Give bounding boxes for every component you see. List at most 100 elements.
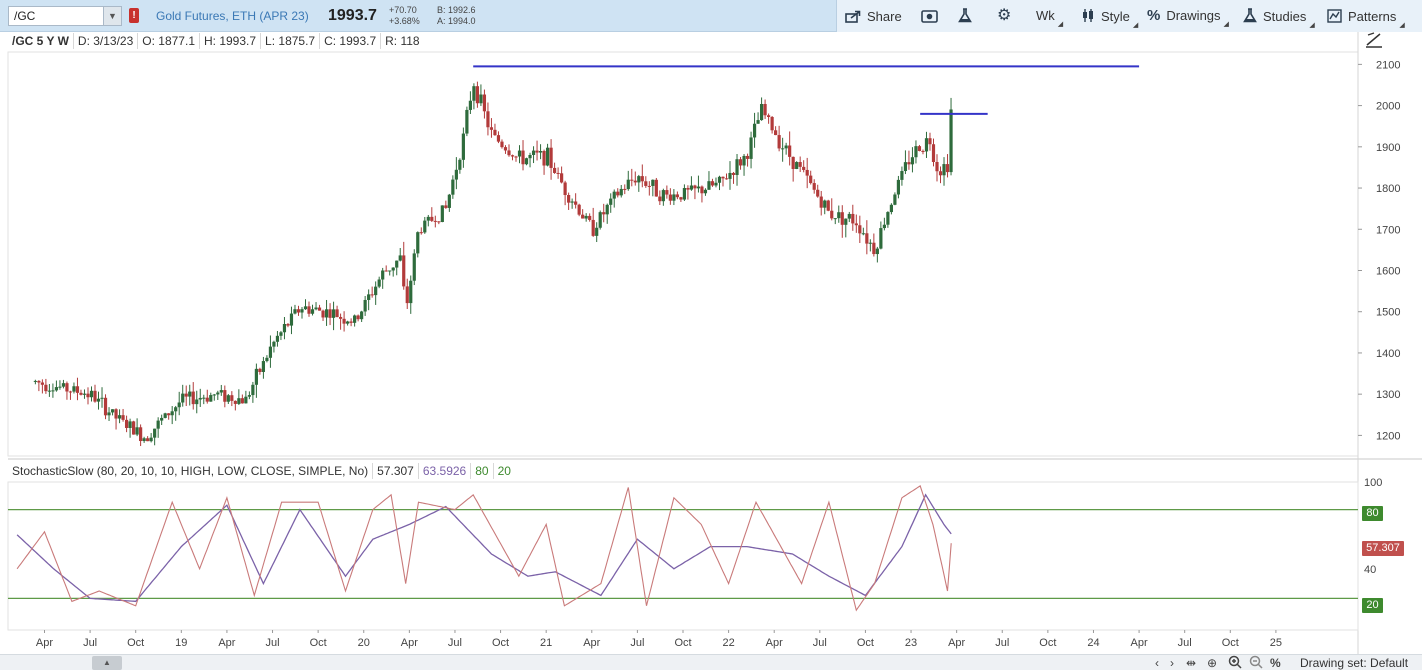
candle-body bbox=[195, 399, 199, 405]
candle-body bbox=[640, 176, 644, 182]
candle-body bbox=[321, 310, 325, 318]
time-tick-label: 23 bbox=[905, 637, 917, 649]
candle-body bbox=[788, 145, 792, 157]
candle-body bbox=[261, 361, 266, 372]
candle-body bbox=[128, 421, 132, 428]
candle-body bbox=[303, 306, 308, 310]
candle-body bbox=[68, 391, 73, 393]
candle-body bbox=[830, 210, 834, 219]
time-tick-label: 21 bbox=[540, 637, 552, 649]
candle-body bbox=[616, 191, 620, 196]
zoom-in-icon[interactable] bbox=[1228, 655, 1242, 670]
candle-body bbox=[675, 194, 679, 198]
candle-body bbox=[405, 286, 409, 304]
stochastic-pane[interactable] bbox=[7, 481, 1359, 631]
candle-body bbox=[146, 438, 150, 442]
scroll-left-icon[interactable]: ‹ bbox=[1155, 655, 1159, 670]
candle-body bbox=[921, 150, 925, 152]
price-tick-label: 1800 bbox=[1376, 183, 1400, 195]
candle-body bbox=[854, 223, 858, 226]
price-pane[interactable] bbox=[7, 51, 1422, 460]
candle-body bbox=[651, 179, 655, 186]
candle-body bbox=[637, 176, 641, 183]
candle-body bbox=[117, 415, 122, 419]
candle-body bbox=[809, 175, 813, 184]
candle-body bbox=[584, 215, 588, 219]
candle-body bbox=[360, 311, 364, 320]
candle-body bbox=[549, 147, 553, 168]
scroll-right-icon[interactable]: › bbox=[1170, 655, 1174, 670]
candle-body bbox=[623, 188, 627, 190]
candle-body bbox=[889, 204, 893, 213]
candle-body bbox=[658, 196, 662, 202]
candle-body bbox=[605, 204, 609, 215]
candle-body bbox=[174, 407, 178, 412]
percent-icon[interactable]: % bbox=[1270, 655, 1281, 670]
candle-body bbox=[510, 155, 515, 157]
candle-body bbox=[693, 185, 697, 189]
candle-body bbox=[370, 294, 374, 296]
candle-body bbox=[542, 150, 546, 166]
candle-body bbox=[924, 138, 929, 152]
candle-body bbox=[240, 398, 244, 404]
expand-icon[interactable]: ⇹ bbox=[1186, 655, 1196, 670]
candle-body bbox=[103, 397, 108, 416]
price-tick-label: 2000 bbox=[1376, 101, 1400, 113]
candle-body bbox=[837, 212, 841, 219]
candle-body bbox=[338, 316, 343, 319]
time-tick-label: Jul bbox=[448, 637, 462, 649]
candle-body bbox=[33, 380, 37, 382]
candle-body bbox=[503, 147, 508, 151]
candle-body bbox=[570, 201, 574, 203]
candle-body bbox=[752, 123, 757, 138]
candle-body bbox=[591, 219, 595, 236]
time-tick-label: Apr bbox=[766, 637, 783, 649]
candle-body bbox=[763, 103, 767, 116]
candle-body bbox=[665, 190, 669, 195]
candle-body bbox=[110, 409, 115, 413]
candle-body bbox=[619, 188, 623, 196]
candle-body bbox=[437, 221, 441, 223]
stochastic-value-badge: 57.307 bbox=[1362, 541, 1404, 556]
candle-body bbox=[468, 100, 472, 110]
candle-body bbox=[191, 391, 195, 405]
candle-body bbox=[668, 194, 672, 201]
zoom-out-icon[interactable] bbox=[1249, 655, 1263, 670]
drawing-set-selector[interactable]: Drawing set: Default bbox=[1300, 655, 1408, 670]
candle-body bbox=[391, 267, 395, 271]
candle-body bbox=[465, 109, 469, 134]
crosshair-icon[interactable]: ⊕ bbox=[1207, 655, 1217, 670]
candle-body bbox=[47, 390, 51, 392]
study-overbought-value: 80 bbox=[471, 463, 494, 479]
time-tick-label: Apr bbox=[401, 637, 418, 649]
candle-body bbox=[279, 332, 283, 336]
time-tick-label: Apr bbox=[1131, 637, 1148, 649]
candle-body bbox=[458, 159, 462, 170]
candle-body bbox=[54, 387, 59, 391]
candle-body bbox=[216, 392, 220, 395]
candle-body bbox=[230, 395, 234, 401]
candle-body bbox=[131, 421, 136, 435]
candle-body bbox=[938, 171, 943, 176]
candle-body bbox=[79, 392, 83, 395]
candle-body bbox=[254, 368, 258, 385]
candle-body bbox=[784, 145, 788, 149]
candle-body bbox=[212, 394, 216, 396]
candle-body bbox=[791, 156, 795, 169]
study-name[interactable]: StochasticSlow (80, 20, 10, 10, HIGH, LO… bbox=[8, 463, 374, 479]
candle-body bbox=[563, 182, 567, 196]
study-axis-label-top: 100 bbox=[1364, 477, 1382, 489]
candle-body bbox=[209, 395, 213, 402]
candle-body bbox=[342, 318, 346, 324]
candle-body bbox=[700, 186, 704, 194]
candle-body bbox=[202, 397, 206, 399]
study-axis-label-mid: 40 bbox=[1364, 564, 1376, 576]
price-tick-label: 1500 bbox=[1376, 307, 1400, 319]
stochastic-axis: 100 40 bbox=[1364, 477, 1382, 576]
candle-body bbox=[728, 172, 732, 179]
candle-body bbox=[409, 280, 413, 304]
candle-body bbox=[149, 437, 153, 442]
candle-body bbox=[454, 169, 458, 180]
price-chart[interactable]: 2100 2000 1900 1800 1700 1600 1500 1400 1300 1200… bbox=[0, 0, 1422, 654]
candle-body bbox=[661, 190, 665, 202]
